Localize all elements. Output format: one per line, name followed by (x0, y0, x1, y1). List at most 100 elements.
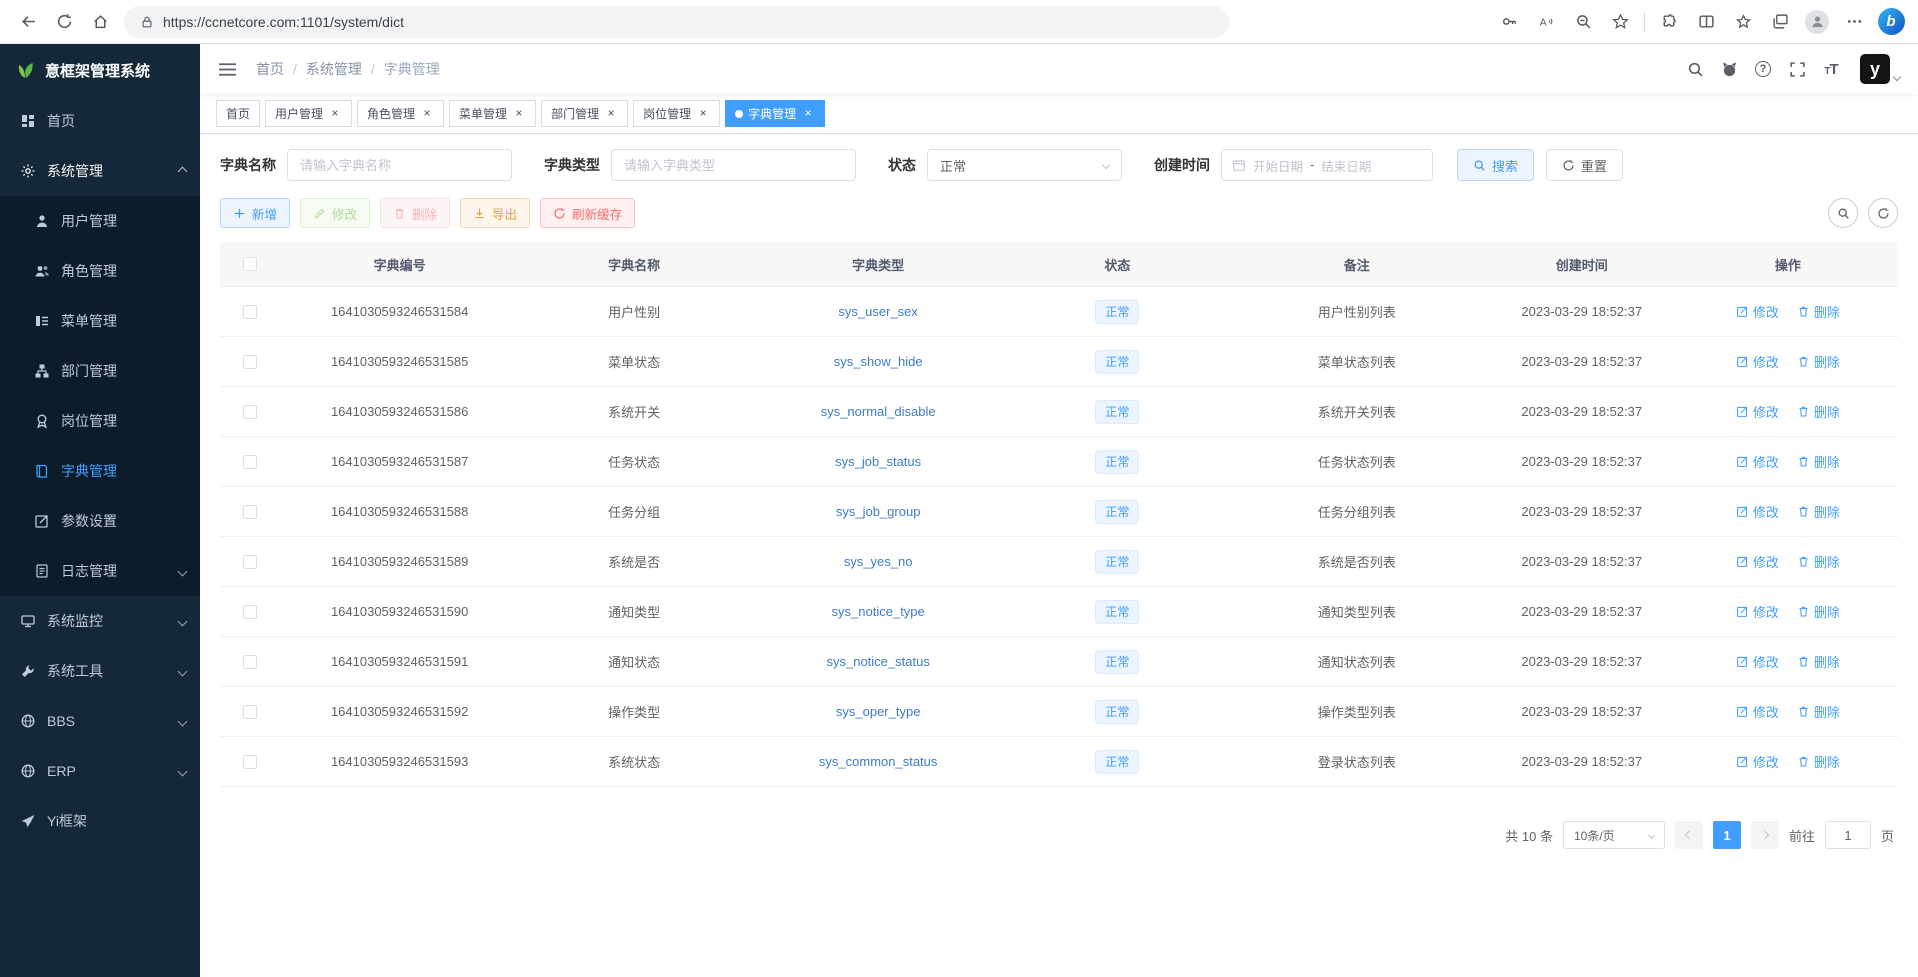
row-delete-button[interactable]: 删除 (1797, 452, 1840, 471)
row-delete-button[interactable]: 删除 (1797, 402, 1840, 421)
close-icon[interactable]: × (512, 107, 526, 121)
sidebar-item-bbs[interactable]: BBS (0, 696, 200, 746)
breadcrumb-home[interactable]: 首页 (256, 59, 284, 79)
bing-sidebar-button[interactable]: b (1874, 5, 1908, 39)
sidebar-item-role[interactable]: 角色管理 (0, 246, 200, 296)
row-edit-button[interactable]: 修改 (1736, 452, 1779, 471)
sidebar-toggle-button[interactable] (218, 58, 240, 80)
sidebar-item-yi[interactable]: Yi框架 (0, 796, 200, 846)
user-menu[interactable]: y (1860, 54, 1900, 84)
row-edit-button[interactable]: 修改 (1736, 552, 1779, 571)
sidebar-item-menu[interactable]: 菜单管理 (0, 296, 200, 346)
sidebar-item-post[interactable]: 岗位管理 (0, 396, 200, 446)
next-page-button[interactable] (1751, 821, 1779, 849)
browser-profile-button[interactable] (1800, 5, 1834, 39)
row-edit-button[interactable]: 修改 (1736, 352, 1779, 371)
sidebar-item-dept[interactable]: 部门管理 (0, 346, 200, 396)
row-checkbox[interactable] (243, 405, 257, 419)
split-screen-button[interactable] (1689, 5, 1723, 39)
tab-home[interactable]: 首页 (216, 100, 260, 127)
close-icon[interactable]: × (604, 107, 618, 121)
fullscreen-button[interactable] (1782, 54, 1812, 84)
row-delete-button[interactable]: 删除 (1797, 652, 1840, 671)
font-size-button[interactable]: TT (1816, 54, 1846, 84)
close-icon[interactable]: × (801, 107, 815, 121)
dict-type-link[interactable]: sys_notice_status (826, 654, 929, 669)
lock-icon[interactable] (140, 15, 154, 29)
header-search-button[interactable] (1680, 54, 1710, 84)
row-edit-button[interactable]: 修改 (1736, 702, 1779, 721)
dict-type-link[interactable]: sys_common_status (819, 754, 938, 769)
dict-type-link[interactable]: sys_show_hide (834, 354, 923, 369)
row-checkbox[interactable] (243, 355, 257, 369)
url-text[interactable]: https://ccnetcore.com:1101/system/dict (163, 14, 404, 30)
browser-back-button[interactable] (10, 5, 46, 39)
row-checkbox[interactable] (243, 305, 257, 319)
zoom-button[interactable] (1566, 5, 1600, 39)
breadcrumb-system[interactable]: 系统管理 (306, 59, 362, 79)
row-checkbox[interactable] (243, 605, 257, 619)
sidebar-item-erp[interactable]: ERP (0, 746, 200, 796)
tab-dict-active[interactable]: 字典管理× (725, 100, 825, 127)
browser-home-button[interactable] (82, 5, 118, 39)
row-delete-button[interactable]: 删除 (1797, 502, 1840, 521)
sidebar-item-monitor[interactable]: 系统监控 (0, 596, 200, 646)
add-favorite-button[interactable] (1603, 5, 1637, 39)
help-button[interactable]: ? (1748, 54, 1778, 84)
close-icon[interactable]: × (328, 107, 342, 121)
row-checkbox[interactable] (243, 705, 257, 719)
edit-button[interactable]: 修改 (300, 198, 370, 228)
prev-page-button[interactable] (1675, 821, 1703, 849)
github-button[interactable] (1714, 54, 1744, 84)
search-button[interactable]: 搜索 (1457, 149, 1534, 181)
row-delete-button[interactable]: 删除 (1797, 752, 1840, 771)
row-checkbox[interactable] (243, 755, 257, 769)
row-edit-button[interactable]: 修改 (1736, 402, 1779, 421)
row-checkbox[interactable] (243, 505, 257, 519)
refresh-cache-button[interactable]: 刷新缓存 (540, 198, 635, 228)
collections-button[interactable] (1763, 5, 1797, 39)
sidebar-item-home[interactable]: 首页 (0, 96, 200, 146)
tab-post[interactable]: 岗位管理× (633, 100, 720, 127)
date-end-placeholder[interactable]: 结束日期 (1321, 156, 1371, 175)
sidebar-item-log[interactable]: 日志管理 (0, 546, 200, 596)
refresh-table-button[interactable] (1868, 198, 1898, 228)
select-all-checkbox[interactable] (243, 257, 257, 271)
row-checkbox[interactable] (243, 555, 257, 569)
row-delete-button[interactable]: 删除 (1797, 702, 1840, 721)
export-button[interactable]: 导出 (460, 198, 530, 228)
app-logo[interactable]: 意框架管理系统 (0, 44, 200, 96)
dict-type-link[interactable]: sys_notice_type (832, 604, 925, 619)
page-number-1[interactable]: 1 (1713, 821, 1741, 849)
favorites-button[interactable] (1726, 5, 1760, 39)
row-delete-button[interactable]: 删除 (1797, 602, 1840, 621)
dict-name-input[interactable] (287, 149, 512, 181)
dict-type-link[interactable]: sys_normal_disable (821, 404, 936, 419)
dict-type-link[interactable]: sys_oper_type (836, 704, 921, 719)
tab-dept[interactable]: 部门管理× (541, 100, 628, 127)
page-size-select[interactable]: 10条/页 (1563, 821, 1665, 849)
row-checkbox[interactable] (243, 455, 257, 469)
close-icon[interactable]: × (696, 107, 710, 121)
close-icon[interactable]: × (420, 107, 434, 121)
row-edit-button[interactable]: 修改 (1736, 302, 1779, 321)
browser-refresh-button[interactable] (46, 5, 82, 39)
address-bar[interactable]: https://ccnetcore.com:1101/system/dict (124, 6, 1229, 38)
extensions-button[interactable] (1652, 5, 1686, 39)
row-edit-button[interactable]: 修改 (1736, 752, 1779, 771)
dict-type-link[interactable]: sys_job_group (836, 504, 921, 519)
tab-user[interactable]: 用户管理× (265, 100, 352, 127)
add-button[interactable]: 新增 (220, 198, 290, 228)
tab-menu[interactable]: 菜单管理× (449, 100, 536, 127)
toggle-search-button[interactable] (1828, 198, 1858, 228)
goto-page-input[interactable] (1825, 821, 1871, 849)
sidebar-item-tools[interactable]: 系统工具 (0, 646, 200, 696)
tab-role[interactable]: 角色管理× (357, 100, 444, 127)
row-checkbox[interactable] (243, 655, 257, 669)
browser-menu-button[interactable] (1837, 5, 1871, 39)
password-key-button[interactable] (1492, 5, 1526, 39)
dict-type-link[interactable]: sys_user_sex (838, 304, 917, 319)
row-delete-button[interactable]: 删除 (1797, 352, 1840, 371)
row-delete-button[interactable]: 删除 (1797, 302, 1840, 321)
dict-type-link[interactable]: sys_job_status (835, 454, 921, 469)
